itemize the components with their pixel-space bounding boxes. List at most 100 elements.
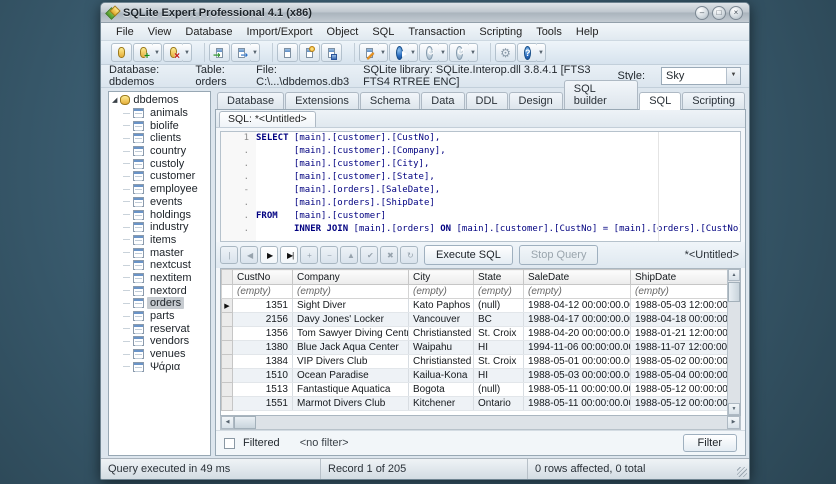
table-row[interactable]: 1510 Ocean Paradise Kailua-Kona HI 1988-05-0… — [221, 368, 737, 383]
dropdown-arrow-icon[interactable]: ▼ — [439, 43, 448, 62]
export-button[interactable] — [231, 43, 252, 62]
cell[interactable]: 1988-04-20 00:00:00.000 — [523, 326, 631, 341]
tab-sql[interactable]: SQL — [639, 92, 682, 110]
sidebar-item-master[interactable]: master — [109, 246, 210, 259]
filtered-checkbox[interactable] — [224, 437, 235, 449]
cell[interactable]: Bogota — [408, 382, 474, 397]
cell[interactable]: 1988-05-02 00:00:00.000 — [630, 354, 737, 369]
sql-editor[interactable]: 1 SELECT [main].[customer].[CustNo],. [ma… — [220, 131, 741, 242]
sidebar-item-events[interactable]: events — [109, 196, 210, 209]
cell[interactable]: 1380 — [232, 340, 293, 355]
new-window-button[interactable] — [277, 43, 298, 62]
column-header-company[interactable]: Company — [292, 269, 409, 285]
help-button[interactable] — [517, 43, 538, 62]
edit-record-button[interactable]: ▲ — [340, 246, 358, 264]
column-header-custno[interactable]: CustNo — [232, 269, 293, 285]
rollback-button[interactable] — [449, 43, 470, 62]
sidebar-item-country[interactable]: country — [109, 145, 210, 158]
cancel-edit-button[interactable]: ✖ — [380, 246, 398, 264]
cell[interactable]: VIP Divers Club — [292, 354, 409, 369]
import-button[interactable] — [209, 43, 230, 62]
stop-query-button[interactable]: Stop Query — [518, 245, 599, 265]
sidebar-item-customer[interactable]: customer — [109, 170, 210, 183]
cell[interactable]: Ocean Paradise — [292, 368, 409, 383]
scroll-right-icon[interactable]: ▶ — [727, 416, 740, 429]
scroll-down-icon[interactable]: ▼ — [728, 403, 740, 415]
cell[interactable]: 1988-05-03 00:00:00.000 — [523, 368, 631, 383]
filter-cell[interactable]: (empty) — [473, 284, 524, 299]
sidebar-item-industry[interactable]: industry — [109, 221, 210, 234]
commit-button[interactable] — [419, 43, 440, 62]
tab-data[interactable]: Data — [421, 92, 465, 109]
sidebar-item-reservat[interactable]: reservat — [109, 322, 210, 335]
cell[interactable]: 1988-05-12 00:00:00.000 — [630, 382, 737, 397]
menu-file[interactable]: File — [109, 25, 141, 39]
sidebar-item-parts[interactable]: parts — [109, 310, 210, 323]
cell[interactable]: 1513 — [232, 382, 293, 397]
filter-row[interactable]: (empty) (empty) (empty) (empty) (empty) (empt… — [221, 284, 737, 299]
menu-help[interactable]: Help — [569, 25, 606, 39]
filter-cell[interactable]: (empty) — [408, 284, 474, 299]
horizontal-scroll-thumb[interactable] — [234, 416, 256, 429]
cell[interactable]: (null) — [473, 298, 524, 313]
cell[interactable]: 1351 — [232, 298, 293, 313]
sidebar-item--[interactable]: Ψάρια — [109, 360, 210, 373]
menu-database[interactable]: Database — [178, 25, 239, 39]
tab-scripting[interactable]: Scripting — [682, 92, 745, 109]
menu-sql[interactable]: SQL — [365, 25, 401, 39]
filter-cell[interactable]: (empty) — [630, 284, 737, 299]
tree-root-dbdemos[interactable]: ◢ dbdemos — [109, 94, 210, 107]
cell[interactable]: Kailua-Kona — [408, 368, 474, 383]
sidebar-item-clients[interactable]: clients — [109, 132, 210, 145]
sidebar-item-biolife[interactable]: biolife — [109, 119, 210, 132]
table-row[interactable]: ▶ 1351 Sight Diver Kato Paphos (null) 1988-04… — [221, 298, 737, 313]
dropdown-arrow-icon[interactable]: ▼ — [537, 43, 546, 62]
cell[interactable]: BC — [473, 312, 524, 327]
tab-schema[interactable]: Schema — [359, 92, 421, 109]
resize-grip-icon[interactable] — [737, 467, 747, 477]
cell[interactable]: 1988-04-12 00:00:00.000 — [523, 298, 631, 313]
cell[interactable]: Kitchener — [408, 396, 474, 411]
expander-icon[interactable]: ◢ — [112, 97, 117, 104]
filter-cell[interactable]: (empty) — [292, 284, 409, 299]
cell[interactable]: Sight Diver — [292, 298, 409, 313]
cell[interactable]: Marmot Divers Club — [292, 396, 409, 411]
refresh-button[interactable]: ↻ — [400, 246, 418, 264]
column-header-shipdate[interactable]: ShipDate — [630, 269, 737, 285]
table-row[interactable]: 1356 Tom Sawyer Diving Centre Christianste… — [221, 326, 737, 341]
menu-import-export[interactable]: Import/Export — [239, 25, 319, 39]
table-row[interactable]: 2156 Davy Jones' Locker Vancouver BC 1988-04… — [221, 312, 737, 327]
grid-vertical-scrollbar[interactable]: ▲ ▼ — [727, 269, 740, 415]
menu-scripting[interactable]: Scripting — [472, 25, 529, 39]
last-record-button[interactable]: ▶| — [280, 246, 298, 264]
cell[interactable]: 1988-05-01 00:00:00.000 — [523, 354, 631, 369]
cell[interactable]: 1551 — [232, 396, 293, 411]
sidebar-item-venues[interactable]: venues — [109, 348, 210, 361]
column-header-city[interactable]: City — [408, 269, 474, 285]
cell[interactable]: Davy Jones' Locker — [292, 312, 409, 327]
sidebar-item-nextitem[interactable]: nextitem — [109, 272, 210, 285]
database-button[interactable] — [111, 43, 132, 62]
tab-extensions[interactable]: Extensions — [285, 92, 359, 109]
delete-record-button[interactable]: − — [320, 246, 338, 264]
sidebar-item-animals[interactable]: animals — [109, 107, 210, 120]
window-blue-button[interactable] — [321, 43, 342, 62]
tab-design[interactable]: Design — [508, 92, 563, 109]
scroll-up-icon[interactable]: ▲ — [728, 269, 740, 281]
cell[interactable]: 1988-05-11 00:00:00.000 — [523, 382, 631, 397]
sidebar-item-vendors[interactable]: vendors — [109, 335, 210, 348]
table-row[interactable]: 1384 VIP Divers Club Christiansted St. Croi… — [221, 354, 737, 369]
sidebar-item-orders[interactable]: orders — [109, 297, 210, 310]
menu-object[interactable]: Object — [320, 25, 366, 39]
cell[interactable]: 1994-11-06 00:00:00.000 — [523, 340, 631, 355]
column-header-state[interactable]: State — [473, 269, 524, 285]
tab-ddl[interactable]: DDL — [465, 92, 508, 109]
scroll-left-icon[interactable]: ◀ — [221, 416, 234, 429]
table-row[interactable]: 1380 Blue Jack Aqua Center Waipahu HI 1994-1… — [221, 340, 737, 355]
cell[interactable]: HI — [473, 368, 524, 383]
cell[interactable]: 1988-04-17 00:00:00.000 — [523, 312, 631, 327]
dropdown-arrow-icon[interactable]: ▼ — [153, 43, 162, 62]
cell[interactable]: 1356 — [232, 326, 293, 341]
cell[interactable]: 1988-01-21 12:00:00.000 — [630, 326, 737, 341]
tab-database[interactable]: Database — [217, 92, 285, 109]
